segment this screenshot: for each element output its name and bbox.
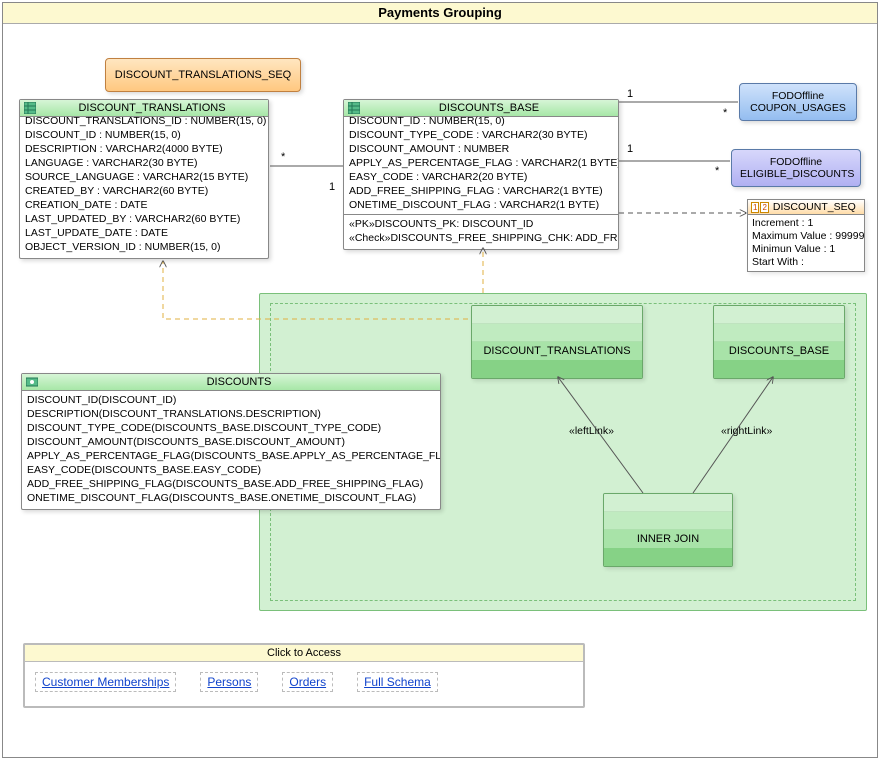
join-box-label: INNER JOIN (604, 530, 732, 548)
entity-columns: DISCOUNT_TRANSLATIONS_ID : NUMBER(15, 0)… (20, 112, 268, 258)
link-full-schema[interactable]: Full Schema (357, 672, 438, 692)
mult-one: 1 (627, 88, 633, 100)
entity-columns: DISCOUNT_ID(DISCOUNT_ID) DESCRIPTION(DIS… (22, 391, 440, 509)
table-icon (348, 102, 360, 114)
table-icon (24, 102, 36, 114)
click-panel-body: Customer Memberships Persons Orders Full… (25, 662, 583, 706)
ref-coupon-usages[interactable]: FODOffline COUPON_USAGES (739, 83, 857, 121)
left-link-label: «leftLink» (569, 425, 614, 437)
entity-title: DISCOUNT_TRANSLATIONS (40, 102, 264, 114)
ref-line1: FODOffline (740, 156, 852, 168)
seq-label: DISCOUNT_TRANSLATIONS_SEQ (115, 69, 291, 81)
link-orders[interactable]: Orders (282, 672, 333, 692)
mult-one: 1 (627, 143, 633, 155)
mult-one: 1 (329, 181, 335, 193)
sequence-icon: 12 (751, 201, 770, 213)
mult-star: * (281, 151, 285, 163)
entity-discount-translations[interactable]: DISCOUNT_TRANSLATIONS DISCOUNT_TRANSLATI… (19, 99, 269, 259)
ref-line2: ELIGIBLE_DISCOUNTS (740, 168, 852, 180)
discount-translations-seq[interactable]: DISCOUNT_TRANSLATIONS_SEQ (105, 58, 301, 92)
entity-title: DISCOUNTS (42, 376, 436, 388)
diagram-frame: Payments Grouping DISCOUNT_TRANSLATIONS_… (2, 2, 878, 758)
join-box-discounts-base[interactable]: DISCOUNTS_BASE (713, 305, 845, 379)
link-customer-memberships[interactable]: Customer Memberships (35, 672, 176, 692)
link-persons[interactable]: Persons (200, 672, 258, 692)
click-panel-title: Click to Access (25, 645, 583, 662)
click-to-access-panel: Click to Access Customer Memberships Per… (23, 643, 585, 708)
discount-seq-detail[interactable]: 12 DISCOUNT_SEQ Increment : 1 Maximum Va… (747, 199, 865, 272)
entity-discounts-view[interactable]: DISCOUNTS DISCOUNT_ID(DISCOUNT_ID) DESCR… (21, 373, 441, 510)
join-box-label: DISCOUNT_TRANSLATIONS (472, 342, 642, 360)
diagram-title: Payments Grouping (3, 3, 877, 24)
entity-header: DISCOUNTS (22, 374, 440, 391)
seq-body: Increment : 1 Maximum Value : 9999999 Mi… (748, 215, 864, 271)
entity-title: DISCOUNTS_BASE (364, 102, 614, 114)
ref-line2: COUPON_USAGES (748, 102, 848, 114)
join-box-discount-translations[interactable]: DISCOUNT_TRANSLATIONS (471, 305, 643, 379)
entity-columns: DISCOUNT_ID : NUMBER(15, 0) DISCOUNT_TYP… (344, 112, 618, 249)
seq-title: DISCOUNT_SEQ (773, 201, 856, 213)
ref-line1: FODOffline (748, 90, 848, 102)
mult-star: * (715, 165, 719, 177)
join-box-label: DISCOUNTS_BASE (714, 342, 844, 360)
ref-eligible-discounts[interactable]: FODOffline ELIGIBLE_DISCOUNTS (731, 149, 861, 187)
view-icon (26, 376, 38, 388)
mult-star: * (723, 107, 727, 119)
join-box-inner-join[interactable]: INNER JOIN (603, 493, 733, 567)
right-link-label: «rightLink» (721, 425, 772, 437)
entity-discounts-base[interactable]: DISCOUNTS_BASE DISCOUNT_ID : NUMBER(15, … (343, 99, 619, 250)
seq-header: 12 DISCOUNT_SEQ (748, 200, 864, 215)
